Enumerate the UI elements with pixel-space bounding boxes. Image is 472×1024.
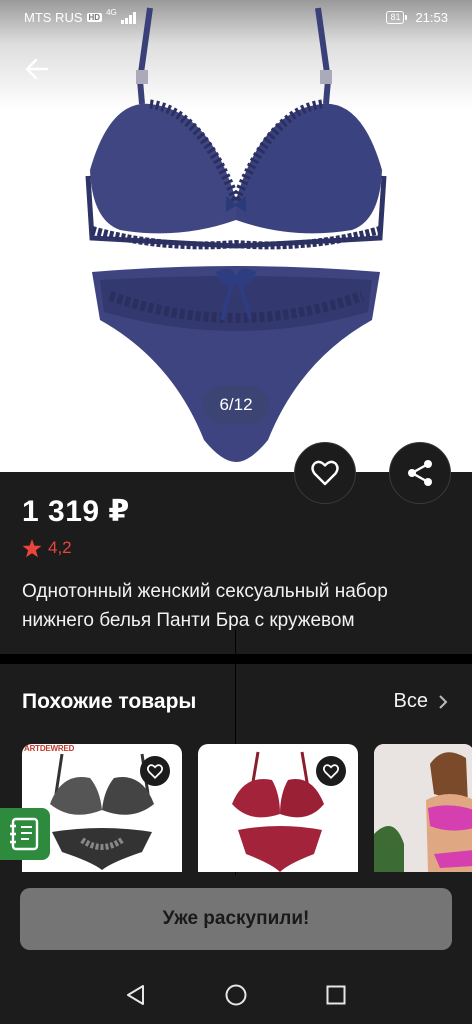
battery-tip	[405, 15, 408, 20]
gallery-counter: 6/12	[203, 386, 269, 424]
hd-badge: HD	[86, 13, 103, 22]
similar-card[interactable]	[198, 744, 358, 872]
battery-icon: 81	[386, 11, 408, 24]
circle-home-icon	[225, 984, 247, 1006]
brand-tag: ARTDEWRED	[24, 744, 75, 753]
see-all-label: Все	[393, 690, 428, 712]
product-price: 1 319 ₽	[22, 495, 130, 528]
rating-value: 4,2	[48, 538, 72, 557]
similar-image	[374, 744, 472, 872]
status-left: MTS RUS HD 4G	[24, 8, 137, 25]
sold-out-button[interactable]: Уже раскупили!	[20, 888, 452, 950]
heart-icon	[311, 460, 339, 486]
share-icon	[408, 460, 432, 486]
status-bar: MTS RUS HD 4G 81 21:53	[0, 0, 472, 34]
notes-floating-button[interactable]	[0, 808, 50, 860]
card-favorite-button[interactable]	[140, 756, 170, 786]
heart-icon	[147, 763, 163, 779]
system-navigation-bar	[0, 966, 472, 1024]
square-recents-icon	[326, 985, 346, 1005]
carrier-label: MTS RUS	[24, 10, 83, 25]
notebook-icon	[10, 817, 39, 851]
nav-back-button[interactable]	[122, 981, 150, 1009]
triangle-back-icon	[127, 985, 144, 1005]
card-favorite-button[interactable]	[316, 756, 346, 786]
product-rating: 4,2	[22, 538, 72, 558]
star-icon	[22, 538, 42, 557]
network-type: 4G	[106, 8, 117, 17]
similar-heading: Похожие товары	[22, 690, 197, 713]
similar-card[interactable]	[374, 744, 472, 872]
battery-level: 81	[386, 11, 405, 24]
clock: 21:53	[415, 10, 448, 25]
heart-icon	[323, 763, 339, 779]
see-all-link[interactable]: Все	[394, 690, 448, 713]
signal-icon	[120, 11, 136, 24]
product-title: Однотонный женский сексуальный набор ниж…	[22, 581, 388, 631]
chevron-right-icon	[439, 694, 448, 709]
product-gallery[interactable]: MTS RUS HD 4G 81 21:53 6/12	[0, 0, 472, 472]
similar-carousel[interactable]: ARTDEWRED	[0, 744, 472, 872]
back-button[interactable]	[20, 52, 54, 86]
nav-home-button[interactable]	[222, 981, 250, 1009]
favorite-button[interactable]	[294, 442, 356, 504]
share-button[interactable]	[389, 442, 451, 504]
arrow-left-icon	[25, 58, 49, 80]
section-divider	[0, 654, 472, 664]
nav-recents-button[interactable]	[322, 981, 350, 1009]
status-right: 81 21:53	[386, 10, 448, 25]
